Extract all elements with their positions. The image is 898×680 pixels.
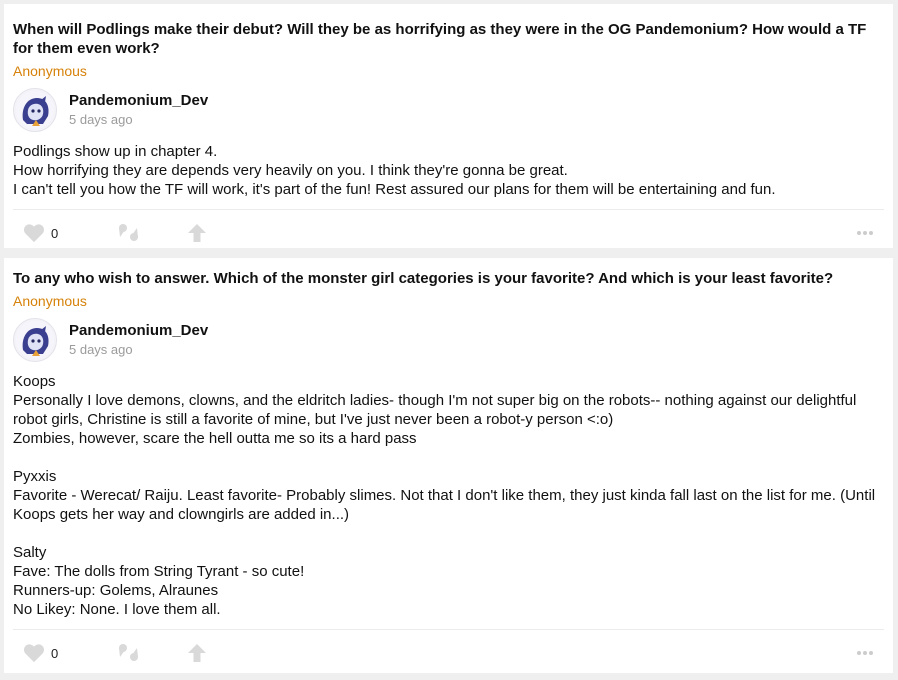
ellipsis-icon — [857, 651, 873, 655]
avatar-icon — [16, 321, 54, 359]
avatar-icon — [16, 91, 54, 129]
ellipsis-icon — [857, 231, 873, 235]
question-text: When will Podlings make their debut? Wil… — [13, 21, 867, 57]
avatar[interactable] — [13, 88, 57, 132]
author-name[interactable]: Pandemonium_Dev — [69, 92, 208, 110]
share-arrow-icon — [188, 644, 206, 662]
share-arrow-icon — [188, 224, 206, 242]
share-button[interactable] — [187, 630, 207, 676]
quote-button[interactable] — [117, 210, 141, 256]
like-count: 0 — [51, 645, 59, 661]
author-name[interactable]: Pandemonium_Dev — [69, 322, 208, 340]
avatar[interactable] — [13, 318, 57, 362]
more-options-button[interactable] — [856, 210, 874, 256]
answer-text: Koops Personally I love demons, clowns, … — [13, 373, 876, 618]
answer-header: Pandemonium_Dev 5 days ago — [13, 318, 884, 362]
question-text: To any who wish to answer. Which of the … — [13, 270, 834, 287]
more-options-button[interactable] — [856, 630, 874, 676]
post-actions: 0 — [13, 210, 884, 256]
post-card: When will Podlings make their debut? Wil… — [4, 4, 893, 248]
heart-icon — [23, 644, 45, 663]
quote-icon — [119, 644, 138, 661]
like-button[interactable]: 0 — [23, 210, 58, 256]
post-card: To any who wish to answer. Which of the … — [4, 258, 893, 673]
asker-name: Anonymous — [13, 293, 87, 309]
like-button[interactable]: 0 — [23, 630, 58, 676]
heart-icon — [23, 224, 45, 243]
quote-icon — [119, 224, 138, 241]
post-actions: 0 — [13, 630, 884, 676]
answer-text: Podlings show up in chapter 4. How horri… — [13, 143, 776, 198]
quote-button[interactable] — [117, 630, 141, 676]
share-button[interactable] — [187, 210, 207, 256]
post-timestamp: 5 days ago — [69, 342, 133, 357]
like-count: 0 — [51, 225, 59, 241]
answer-header: Pandemonium_Dev 5 days ago — [13, 88, 884, 132]
post-timestamp: 5 days ago — [69, 112, 133, 127]
asker-name: Anonymous — [13, 63, 87, 79]
